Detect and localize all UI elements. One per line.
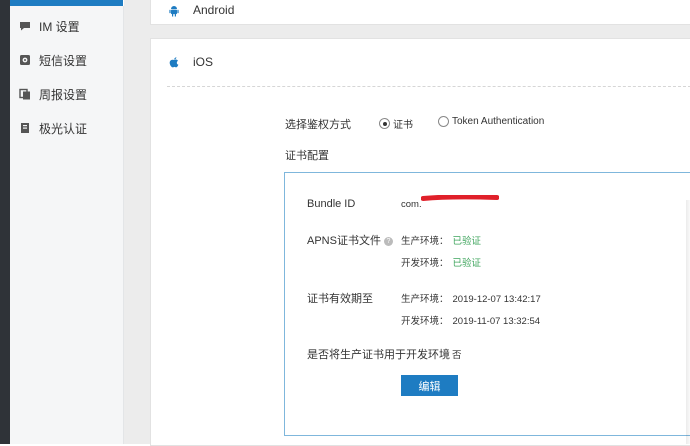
prod-env-row: 生产环境： 已验证: [401, 233, 481, 247]
sidebar-item-jiguang-auth[interactable]: 极光认证: [19, 117, 87, 139]
sidebar: IM 设置 短信设置 周报设置 极光认证: [10, 6, 124, 444]
app-rail: [0, 0, 10, 444]
prod-expiry: 2019-12-07 13:42:17: [452, 294, 541, 305]
dev-status: 已验证: [452, 258, 482, 269]
main-content: Android iOS 选择鉴权方式 证书 Token Authenticati…: [124, 0, 690, 446]
radio-dot[interactable]: [438, 116, 449, 127]
prod-env-label: 生产环境：: [401, 294, 449, 305]
dev-env-row: 开发环境： 已验证: [401, 255, 481, 269]
radio-dot-selected[interactable]: [379, 118, 390, 129]
apple-icon: [169, 55, 179, 68]
chat-bubble-icon: [19, 20, 31, 32]
sidebar-item-weekly-report[interactable]: 周报设置: [19, 83, 87, 105]
apns-cert-label-text: APNS证书文件: [307, 235, 381, 247]
sidebar-item-label: 短信设置: [39, 53, 88, 68]
radio-certificate[interactable]: 证书: [379, 116, 413, 131]
dev-env-label: 开发环境：: [401, 258, 449, 269]
cert-validity-label: 证书有效期至: [307, 293, 373, 305]
dev-env-label: 开发环境：: [401, 316, 449, 327]
radio-label: Token Authentication: [452, 116, 545, 127]
bundle-id-value: com.: [401, 199, 422, 210]
overlay-edge: [686, 200, 690, 444]
sidebar-item-sms-settings[interactable]: 短信设置: [19, 49, 87, 71]
ios-label: iOS: [193, 55, 214, 69]
report-icon: [19, 88, 31, 100]
prod-status: 已验证: [452, 236, 482, 247]
use-prod-label: 是否将生产证书用于开发环境: [307, 349, 450, 361]
android-icon: [169, 4, 179, 17]
apns-cert-label: APNS证书文件?: [307, 232, 393, 248]
dev-expiry: 2019-11-07 13:32:54: [452, 316, 541, 327]
android-label: Android: [193, 3, 235, 17]
redaction-mark: [421, 195, 499, 201]
sidebar-item-im-settings[interactable]: IM 设置: [19, 15, 80, 37]
prod-expiry-row: 生产环境： 2019-12-07 13:42:17: [401, 291, 541, 305]
radio-token-auth[interactable]: Token Authentication: [438, 116, 544, 127]
gear-icon: [19, 54, 31, 66]
prod-env-label: 生产环境：: [401, 236, 449, 247]
android-panel[interactable]: Android: [150, 0, 690, 25]
cert-config-title: 证书配置: [285, 150, 329, 162]
auth-method-label: 选择鉴权方式: [285, 119, 351, 131]
dev-expiry-row: 开发环境： 2019-11-07 13:32:54: [401, 313, 540, 327]
sidebar-item-label: 极光认证: [39, 121, 88, 136]
bundle-id-label: Bundle ID: [307, 198, 356, 210]
section-divider: [167, 86, 690, 87]
ios-panel: iOS 选择鉴权方式 证书 Token Authentication 证书配置 …: [150, 38, 690, 446]
sidebar-item-label: IM 设置: [39, 19, 80, 34]
use-prod-value: 否: [452, 350, 462, 361]
radio-label: 证书: [393, 120, 413, 131]
sidebar-item-label: 周报设置: [39, 87, 88, 102]
book-icon: [19, 122, 31, 134]
help-icon[interactable]: ?: [383, 236, 393, 246]
cert-config-box: Bundle ID com. APNS证书文件? 生产环境： 已验证 开发环境：已…: [284, 172, 690, 436]
edit-button[interactable]: 编辑: [401, 375, 458, 396]
